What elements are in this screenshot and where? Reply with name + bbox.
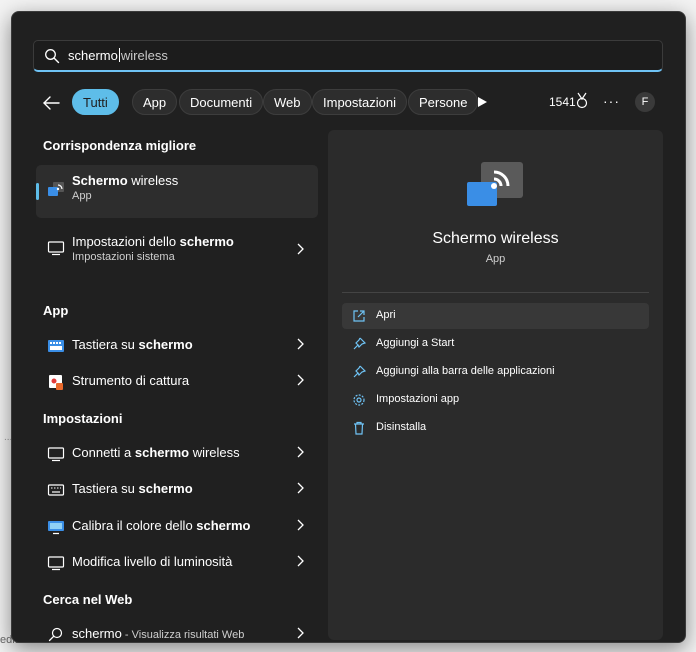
action-label: Apri	[376, 309, 396, 321]
best-match-subtitle: App	[72, 190, 92, 202]
setting-item-label: Connetti a schermo wireless	[72, 445, 240, 460]
app-item-onscreen-keyboard[interactable]: Tastiera su schermo	[36, 327, 318, 363]
display-settings-item[interactable]: Impostazioni dello schermo Impostazioni …	[36, 226, 318, 272]
tab-documents[interactable]: Documenti	[179, 89, 264, 115]
setting-item-label: Calibra il colore dello schermo	[72, 518, 251, 533]
preview-pane: Schermo wireless App Apri Aggiungi a Sta…	[328, 130, 663, 640]
action-label: Aggiungi alla barra delle applicazioni	[376, 365, 555, 377]
preview-divider	[342, 292, 649, 293]
action-label: Impostazioni app	[376, 393, 460, 405]
search-query-suggestion: wireless	[120, 48, 168, 63]
wireless-display-app-icon	[467, 162, 523, 206]
more-options-icon[interactable]: ···	[603, 93, 620, 109]
search-icon	[45, 49, 60, 64]
section-web: Cerca nel Web	[43, 592, 133, 607]
best-match-item[interactable]: Schermo wireless App	[36, 165, 318, 218]
preview-subtitle: App	[485, 253, 506, 265]
app-item-snipping-tool[interactable]: Strumento di cattura	[36, 363, 318, 399]
start-search-panel: schermo wireless Tutti App Documenti Web …	[11, 11, 686, 643]
action-app-settings[interactable]: Impostazioni app	[342, 387, 649, 413]
search-icon	[48, 627, 63, 642]
brightness-monitor-icon	[47, 556, 65, 571]
snipping-tool-icon	[49, 375, 63, 390]
keyboard-icon	[47, 484, 65, 496]
section-best-match: Corrispondenza migliore	[43, 138, 197, 153]
action-uninstall[interactable]: Disinstalla	[342, 415, 649, 441]
open-external-icon	[353, 310, 365, 322]
chevron-right-icon[interactable]	[296, 446, 304, 458]
tab-web[interactable]: Web	[263, 89, 312, 115]
selection-indicator	[36, 183, 39, 200]
chevron-right-icon[interactable]	[296, 482, 304, 494]
tab-app[interactable]: App	[132, 89, 178, 115]
cast-monitor-icon	[47, 447, 65, 462]
setting-item-connect-wireless[interactable]: Connetti a schermo wireless	[36, 435, 318, 471]
action-label: Disinstalla	[376, 421, 427, 433]
setting-item-label: Tastiera su schermo	[72, 481, 193, 496]
display-settings-subtitle: Impostazioni sistema	[72, 251, 175, 263]
filter-tabs: Tutti App Documenti Web Impostazioni Per…	[40, 89, 670, 117]
gear-icon	[353, 394, 365, 406]
chevron-right-icon[interactable]	[296, 555, 304, 567]
app-item-label: Strumento di cattura	[72, 373, 190, 388]
search-query-typed: schermo	[68, 48, 118, 63]
results-list: Corrispondenza migliore Schermo wireless…	[12, 130, 322, 642]
action-open[interactable]: Apri	[342, 303, 649, 329]
search-box[interactable]: schermo wireless	[33, 40, 663, 72]
chevron-right-icon[interactable]	[296, 338, 304, 350]
search-input[interactable]: schermo wireless	[68, 48, 168, 63]
chevron-right-icon[interactable]	[296, 519, 304, 531]
keyboard-app-icon	[48, 340, 64, 352]
trash-icon	[354, 421, 364, 435]
medal-icon[interactable]	[575, 92, 589, 110]
setting-item-onscreen-keyboard[interactable]: Tastiera su schermo	[36, 471, 318, 507]
tab-settings[interactable]: Impostazioni	[312, 89, 407, 115]
preview-title: Schermo wireless	[432, 230, 559, 247]
rewards-points: 1541	[549, 95, 576, 109]
tab-people[interactable]: Persone	[408, 89, 479, 115]
action-pin-taskbar[interactable]: Aggiungi alla barra delle applicazioni	[342, 359, 649, 385]
best-match-title: Schermo wireless	[72, 173, 179, 188]
chevron-right-icon[interactable]	[296, 243, 304, 255]
web-search-item[interactable]: schermo - Visualizza risultati Web	[36, 616, 318, 642]
monitor-icon	[47, 241, 65, 256]
chevron-right-icon[interactable]	[296, 627, 304, 639]
section-settings: Impostazioni	[43, 411, 123, 426]
display-settings-title: Impostazioni dello schermo	[72, 234, 234, 249]
app-item-label: Tastiera su schermo	[72, 337, 193, 352]
action-pin-start[interactable]: Aggiungi a Start	[342, 331, 649, 357]
play-icon[interactable]	[476, 96, 488, 108]
pin-icon	[353, 365, 366, 378]
color-calibration-icon	[48, 521, 64, 535]
pin-icon	[353, 337, 366, 350]
wireless-display-icon	[48, 182, 64, 196]
setting-item-label: Modifica livello di luminosità	[72, 554, 233, 569]
setting-item-calibrate-color[interactable]: Calibra il colore dello schermo	[36, 508, 318, 544]
tab-all[interactable]: Tutti	[72, 89, 119, 115]
web-search-label: schermo - Visualizza risultati Web	[72, 626, 245, 641]
text-caret	[118, 48, 120, 62]
action-label: Aggiungi a Start	[376, 337, 455, 349]
chevron-right-icon[interactable]	[296, 374, 304, 386]
back-arrow-icon[interactable]	[40, 93, 62, 113]
avatar[interactable]: F	[635, 92, 655, 112]
section-apps: App	[43, 303, 69, 318]
setting-item-brightness[interactable]: Modifica livello di luminosità	[36, 544, 318, 580]
